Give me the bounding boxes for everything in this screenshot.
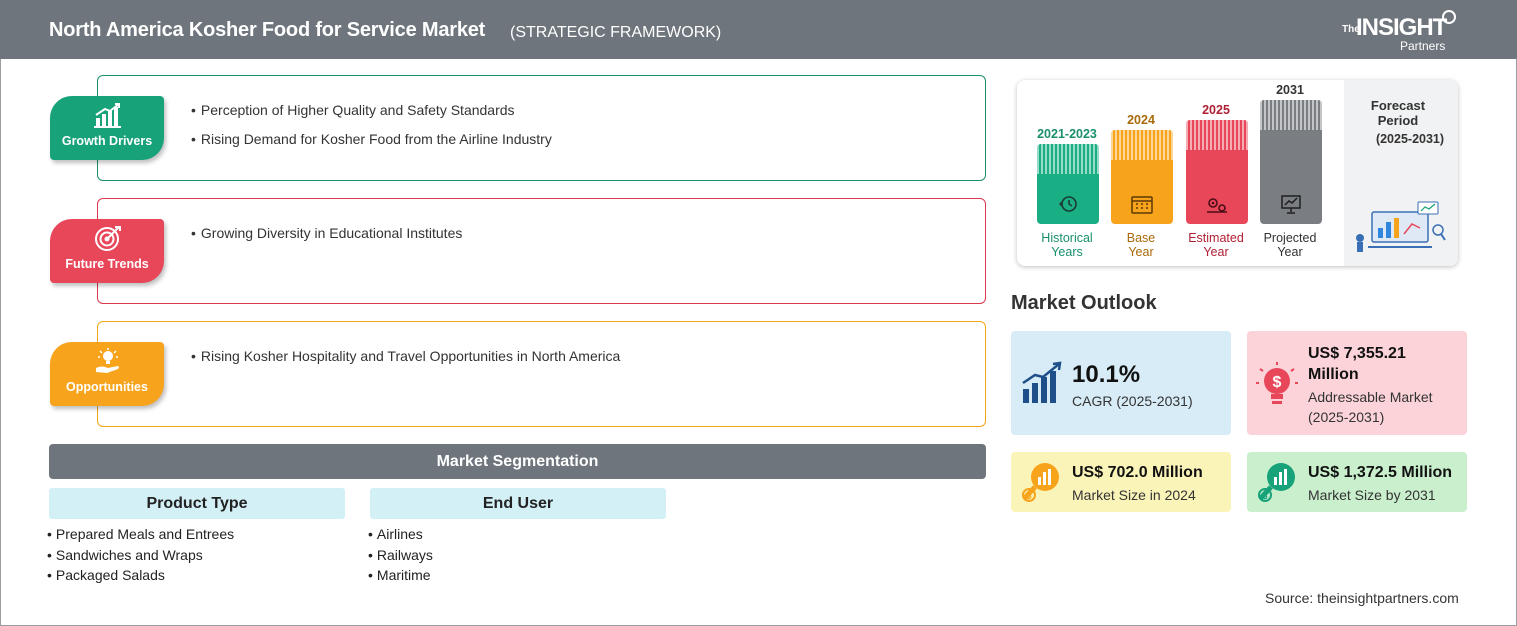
timeline-bar-base	[1111, 130, 1173, 224]
market-outlook-title: Market Outlook	[1011, 292, 1157, 314]
badge-label: Growth Drivers	[61, 134, 153, 148]
addressable-market-value: US$ 7,355.21 Million	[1308, 345, 1406, 383]
badge-label: Future Trends	[65, 257, 149, 271]
timeline-year: 2021-2023	[1037, 127, 1097, 141]
magnifier-chart-icon: $	[1258, 463, 1295, 502]
lightbulb-hand-icon	[96, 348, 119, 373]
page-title: North America Kosher Food for Service Ma…	[49, 19, 486, 41]
cagr-label: CAGR (2025-2031)	[1072, 393, 1193, 409]
list-item: Packaged Salads	[47, 565, 234, 586]
list-item: Railways	[368, 545, 433, 566]
product-type-list: Prepared Meals and Entrees Sandwiches an…	[47, 524, 234, 586]
market-segmentation-header: Market Segmentation	[49, 444, 986, 479]
market-size-2031-card: $ US$ 1,372.5 Million Market Size by 203…	[1247, 452, 1467, 512]
svg-text:$: $	[1026, 491, 1031, 501]
timeline-bar-historical	[1037, 144, 1099, 224]
badge-label: Opportunities	[66, 380, 148, 394]
logo-circle-icon	[1442, 10, 1456, 24]
market-size-2024-value: US$ 702.0 Million	[1072, 464, 1203, 481]
future-trends-box: Growing Diversity in Educational Institu…	[97, 198, 986, 304]
list-item: Rising Demand for Kosher Food from the A…	[191, 125, 552, 154]
forecast-period-years: (2025-2031)	[1375, 132, 1445, 146]
list-item: Sandwiches and Wraps	[47, 545, 234, 566]
market-size-2024-card: $ US$ 702.0 Million Market Size in 2024	[1011, 452, 1231, 512]
svg-text:$: $	[1273, 374, 1282, 391]
list-item: Perception of Higher Quality and Safety …	[191, 96, 552, 125]
growth-drivers-box: Perception of Higher Quality and Safety …	[97, 75, 986, 181]
future-trends-badge: Future Trends	[50, 219, 164, 283]
target-icon	[95, 226, 121, 251]
header-bar: North America Kosher Food for Service Ma…	[0, 0, 1517, 59]
addressable-market-card: $ US$ 7,355.21 Million Addressable Market…	[1247, 331, 1467, 435]
segment-heading-end-user: End User	[370, 488, 666, 519]
segment-heading-product-type: Product Type	[49, 488, 345, 519]
timeline-label: Projected Year	[1263, 231, 1317, 259]
dollar-bulb-icon: $	[1256, 362, 1298, 404]
page-subtitle: (STRATEGIC FRAMEWORK)	[510, 24, 722, 41]
cagr-card: 10.1% CAGR (2025-2031)	[1011, 331, 1231, 435]
presentation-icon	[1281, 195, 1301, 214]
list-item: Prepared Meals and Entrees	[47, 524, 234, 545]
timeline-year: 2025	[1202, 103, 1230, 117]
addressable-market-label: Addressable Market (2025-2031)	[1308, 389, 1433, 425]
list-item: Maritime	[368, 565, 433, 586]
list-item: Growing Diversity in Educational Institu…	[191, 219, 462, 248]
source-link[interactable]: Source: theinsightpartners.com	[1265, 590, 1459, 606]
opportunities-badge: Opportunities	[50, 342, 164, 406]
growth-chart-icon	[94, 103, 121, 128]
list-item: Airlines	[368, 524, 433, 545]
logo-main: INSIGHT	[1356, 14, 1447, 41]
market-size-2031-value: US$ 1,372.5 Million	[1308, 464, 1453, 481]
market-size-2031-label: Market Size by 2031	[1308, 487, 1436, 503]
analytics-illustration-icon	[1356, 201, 1446, 252]
list-item: Rising Kosher Hospitality and Travel Opp…	[191, 342, 620, 371]
end-user-list: Airlines Railways Maritime	[368, 524, 433, 586]
logo-partners: Partners	[1400, 39, 1446, 53]
growth-chart-icon	[1022, 361, 1062, 403]
timeline-bar-projected	[1260, 100, 1322, 224]
market-size-2024-label: Market Size in 2024	[1072, 487, 1196, 503]
insight-partners-logo[interactable]: The INSIGHT Partners	[1342, 10, 1462, 54]
timeline-bar-estimated	[1186, 120, 1248, 224]
cagr-value: 10.1%	[1072, 361, 1141, 388]
calendar-icon	[1131, 196, 1153, 214]
history-icon	[1059, 196, 1077, 212]
timeline-year: 2031	[1276, 83, 1304, 97]
forecast-period-label: Forecast Period	[1370, 98, 1426, 128]
gears-icon	[1207, 198, 1227, 213]
svg-text:$: $	[1262, 491, 1267, 501]
growth-drivers-badge: Growth Drivers	[50, 96, 164, 160]
opportunities-box: Rising Kosher Hospitality and Travel Opp…	[97, 321, 986, 427]
magnifier-chart-icon: $	[1022, 463, 1059, 502]
